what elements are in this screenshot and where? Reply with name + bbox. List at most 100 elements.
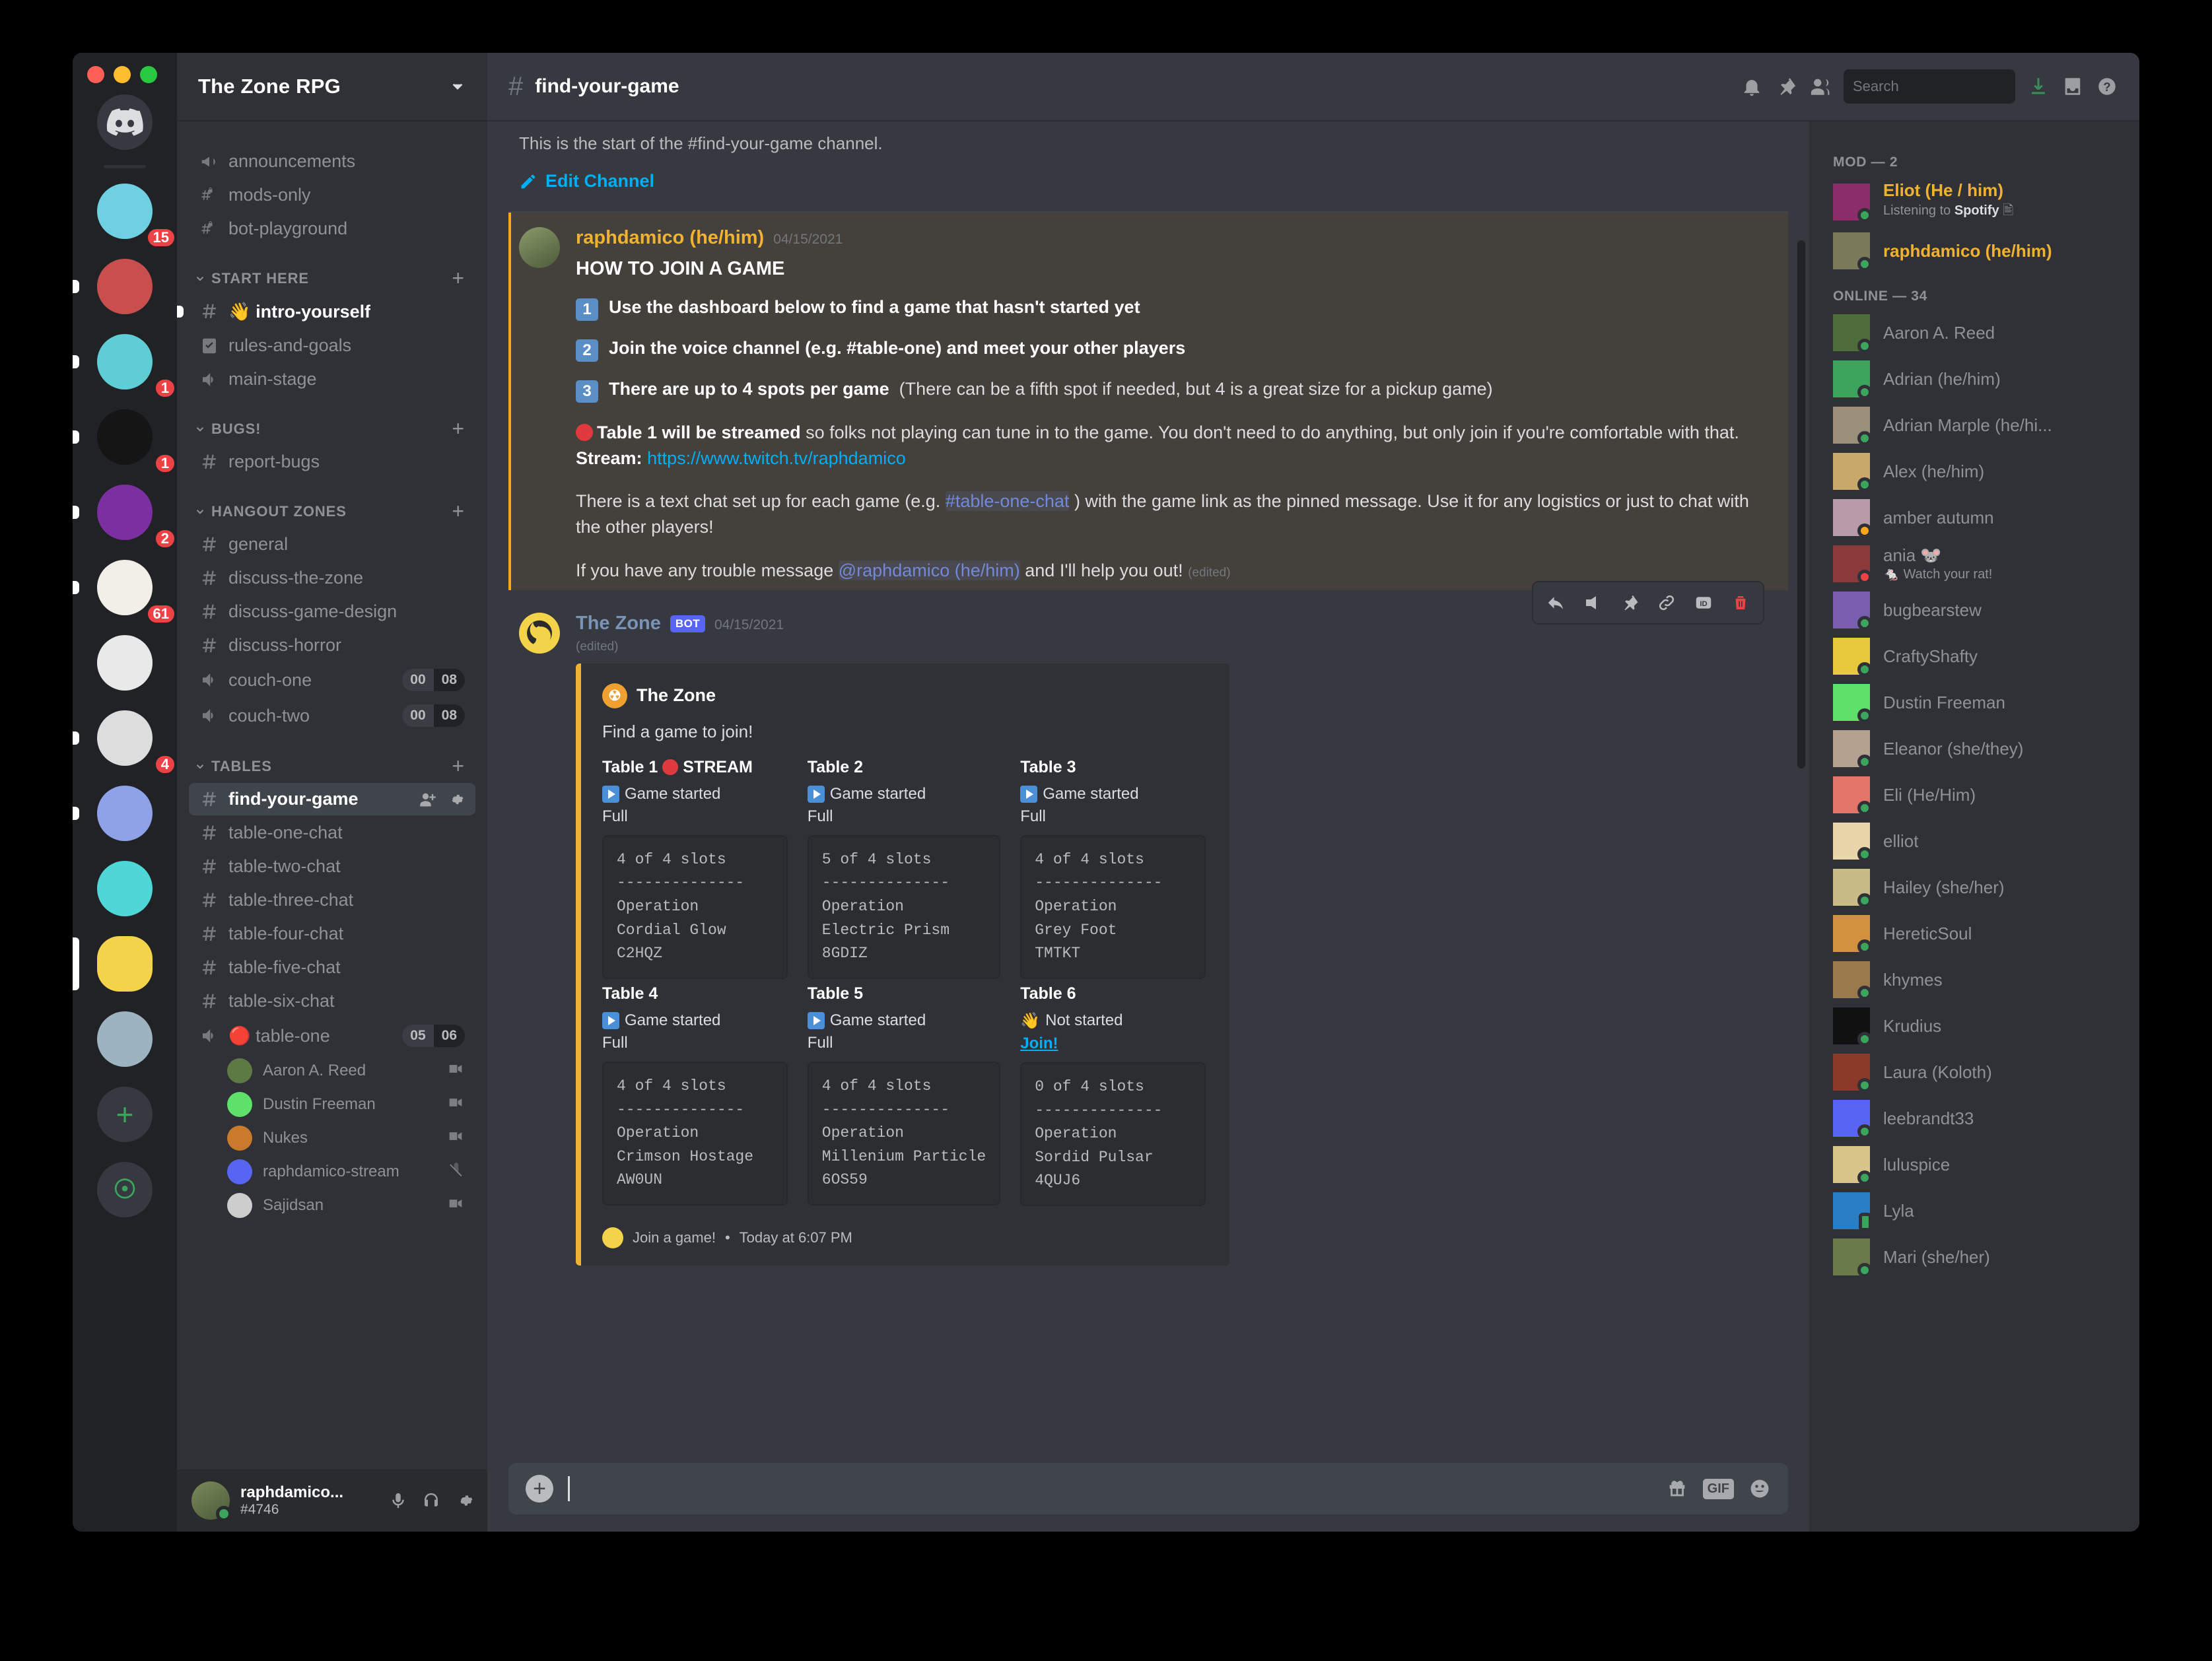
link-icon[interactable] (1648, 586, 1685, 619)
sidebar-channel-table-one-chat[interactable]: table-one-chat (189, 817, 475, 849)
member-list-item[interactable]: amber autumn (1809, 494, 2139, 541)
member-list-item[interactable]: luluspice (1809, 1141, 2139, 1188)
invite-people-icon[interactable] (419, 790, 437, 809)
members-icon[interactable] (1809, 75, 1832, 98)
server-icon[interactable] (73, 926, 177, 1001)
voice-member[interactable]: Aaron A. Reed (189, 1054, 475, 1087)
member-list-item[interactable]: Aaron A. Reed (1809, 310, 2139, 356)
sidebar-channel-discuss-game-design[interactable]: discuss-game-design (189, 595, 475, 628)
member-list-item[interactable]: elliot (1809, 818, 2139, 864)
zoom-window-button[interactable] (140, 66, 157, 83)
twitch-link[interactable]: https://www.twitch.tv/raphdamico (647, 448, 906, 468)
server-avatar[interactable] (97, 184, 153, 239)
sidebar-channel-bot-playground[interactable]: bot-playground (189, 213, 475, 245)
member-list-item[interactable]: Laura (Koloth) (1809, 1049, 2139, 1095)
server-avatar[interactable] (97, 635, 153, 691)
member-list-item[interactable]: Mari (she/her) (1809, 1234, 2139, 1280)
channel-category[interactable]: START HERE + (177, 246, 487, 294)
add-server-button[interactable]: + (73, 1077, 177, 1152)
server-icon[interactable]: 2 (73, 475, 177, 551)
attach-button[interactable]: + (526, 1475, 553, 1503)
member-list-item[interactable]: khymes (1809, 957, 2139, 1003)
sidebar-channel-couch-two[interactable]: couch-two 00 08 (189, 698, 475, 733)
server-icon[interactable] (73, 851, 177, 926)
server-icon[interactable]: 1 (73, 399, 177, 476)
message-author[interactable]: raphdamico (he/him) (576, 227, 764, 249)
server-avatar[interactable] (97, 861, 153, 916)
close-window-button[interactable] (87, 66, 104, 83)
sidebar-channel-table-one[interactable]: 🔴 table-one 05 06 (189, 1019, 475, 1053)
server-avatar[interactable] (97, 334, 153, 390)
minimize-window-button[interactable] (114, 66, 131, 83)
voice-member[interactable]: raphdamico-stream (189, 1155, 475, 1188)
member-list-item[interactable]: Eleanor (she/they) (1809, 726, 2139, 772)
delete-icon[interactable] (1722, 586, 1759, 619)
member-list-item[interactable]: Alex (he/him) (1809, 448, 2139, 494)
server-icon[interactable] (73, 776, 177, 851)
chevron-down-icon[interactable] (449, 78, 466, 95)
voice-member[interactable]: Dustin Freeman (189, 1088, 475, 1121)
sidebar-channel-mods-only[interactable]: mods-only (189, 179, 475, 211)
server-icon[interactable] (73, 625, 177, 700)
add-reaction-icon[interactable] (1574, 586, 1611, 619)
gift-icon[interactable] (1666, 1477, 1688, 1500)
sidebar-channel-main-stage[interactable]: main-stage (189, 363, 475, 395)
channel-category[interactable]: TABLES + (177, 734, 487, 782)
sidebar-channel-discuss-the-zone[interactable]: discuss-the-zone (189, 562, 475, 594)
member-list-item[interactable]: Krudius (1809, 1003, 2139, 1049)
member-list-item[interactable]: CraftyShafty (1809, 633, 2139, 679)
server-header[interactable]: The Zone RPG (177, 53, 487, 121)
pin-icon[interactable] (1611, 586, 1648, 619)
member-list-item[interactable]: Adrian (he/him) (1809, 356, 2139, 402)
id-icon[interactable]: ID (1685, 586, 1722, 619)
sidebar-channel-report-bugs[interactable]: report-bugs (189, 446, 475, 478)
member-list-item[interactable]: Adrian Marple (he/hi... (1809, 402, 2139, 448)
server-icon[interactable] (73, 1001, 177, 1077)
message-author[interactable]: The Zone (576, 613, 661, 634)
member-list-item[interactable]: bugbearstew (1809, 587, 2139, 633)
add-channel-button[interactable]: + (452, 418, 465, 439)
member-list-item[interactable]: leebrandt33 (1809, 1095, 2139, 1141)
headphones-icon[interactable] (421, 1491, 441, 1510)
sidebar-channel-table-three-chat[interactable]: table-three-chat (189, 884, 475, 916)
server-home-button[interactable] (73, 85, 177, 160)
add-channel-button[interactable]: + (452, 267, 465, 288)
add-channel-button[interactable]: + (452, 755, 465, 776)
member-list-item[interactable]: ania 🐭 🐁 Watch your rat! (1809, 541, 2139, 587)
member-list-item[interactable]: Hailey (she/her) (1809, 864, 2139, 910)
channel-mention[interactable]: #table-one-chat (945, 491, 1070, 512)
server-icon[interactable]: 15 (73, 174, 177, 250)
sidebar-channel-find-your-game[interactable]: find-your-game (189, 783, 475, 815)
help-icon[interactable]: ? (2096, 75, 2118, 98)
channel-category[interactable]: BUGS! + (177, 397, 487, 444)
sidebar-channel-intro-yourself[interactable]: 👋 intro-yourself (189, 295, 475, 328)
sidebar-channel-table-four-chat[interactable]: table-four-chat (189, 918, 475, 950)
pin-icon[interactable] (1775, 75, 1797, 98)
sidebar-channel-rules-and-goals[interactable]: rules-and-goals (189, 329, 475, 362)
server-avatar[interactable] (97, 409, 153, 465)
gear-icon[interactable] (454, 1491, 474, 1510)
server-avatar[interactable] (97, 710, 153, 766)
server-icon[interactable] (73, 249, 177, 324)
avatar[interactable] (519, 227, 560, 268)
avatar[interactable] (519, 612, 560, 654)
message-scrollbar[interactable] (1797, 240, 1805, 768)
reply-icon[interactable] (1537, 586, 1574, 619)
server-avatar[interactable] (97, 259, 153, 314)
downloads-icon[interactable] (2027, 75, 2050, 98)
voice-member[interactable]: Sajidsan (189, 1189, 475, 1222)
emoji-icon[interactable] (1748, 1477, 1771, 1500)
sidebar-channel-table-five-chat[interactable]: table-five-chat (189, 951, 475, 984)
search-box[interactable] (1844, 69, 2043, 104)
window-traffic-lights[interactable] (87, 66, 157, 83)
message-input-bar[interactable]: + GIF (508, 1463, 1788, 1514)
server-avatar[interactable] (97, 936, 153, 992)
explore-servers-button[interactable]: ☉ (73, 1152, 177, 1227)
add-channel-button[interactable]: + (452, 500, 465, 522)
sidebar-channel-couch-one[interactable]: couch-one 00 08 (189, 663, 475, 697)
sidebar-channel-general[interactable]: general (189, 528, 475, 560)
join-link[interactable]: Join! (1020, 1034, 1206, 1053)
message-actions-toolbar[interactable]: ID (1532, 580, 1764, 625)
member-list-item[interactable]: raphdamico (he/him) (1809, 228, 2139, 274)
member-list-item[interactable]: Dustin Freeman (1809, 679, 2139, 726)
